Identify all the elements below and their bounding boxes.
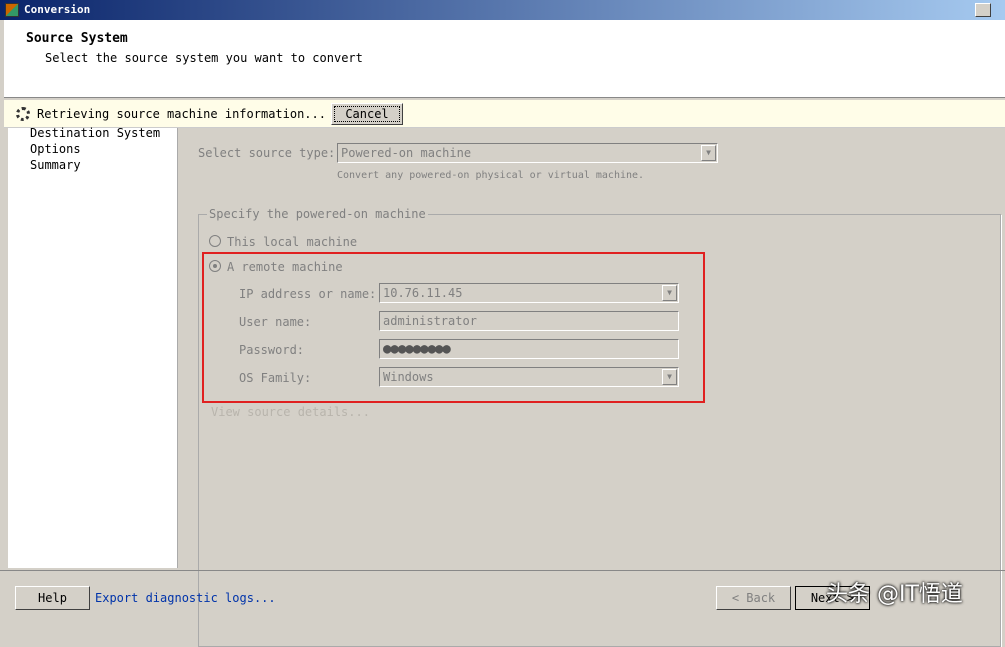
sidebar-item-destination[interactable]: Destination System (30, 126, 160, 140)
source-type-hint: Convert any powered-on physical or virtu… (337, 170, 645, 181)
sidebar-item-summary[interactable]: Summary (30, 158, 81, 172)
progress-notice: Retrieving source machine information...… (4, 100, 1005, 128)
maximize-button[interactable] (975, 3, 991, 17)
chevron-down-icon[interactable]: ▼ (701, 145, 716, 161)
sidebar-item-options[interactable]: Options (30, 142, 81, 156)
highlight-box (202, 252, 705, 403)
spinner-icon (16, 107, 30, 121)
watermark: 头条 @IT悟道 (826, 582, 963, 607)
radio-local[interactable] (209, 235, 221, 247)
source-type-select[interactable]: Powered-on machine ▼ (337, 143, 718, 163)
group-label: Specify the powered-on machine (207, 207, 428, 221)
source-type-label: Select source type: (198, 146, 336, 160)
page-subtitle: Select the source system you want to con… (45, 51, 363, 65)
window-title: Conversion (24, 3, 91, 16)
title-bar: Conversion (0, 0, 1005, 20)
sidebar: Destination System Options Summary (8, 126, 178, 568)
help-button[interactable]: Help (15, 586, 90, 610)
back-button[interactable]: < Back (716, 586, 791, 610)
source-type-value: Powered-on machine (341, 146, 472, 160)
export-logs-link[interactable]: Export diagnostic logs... (95, 591, 276, 605)
view-details-link[interactable]: View source details... (211, 405, 370, 419)
app-icon (5, 3, 19, 17)
page-title: Source System (26, 31, 128, 46)
radio-local-label: This local machine (227, 235, 358, 249)
notice-text: Retrieving source machine information... (37, 107, 326, 121)
cancel-button[interactable]: Cancel (331, 103, 403, 125)
page-header: Source System Select the source system y… (4, 20, 1005, 98)
